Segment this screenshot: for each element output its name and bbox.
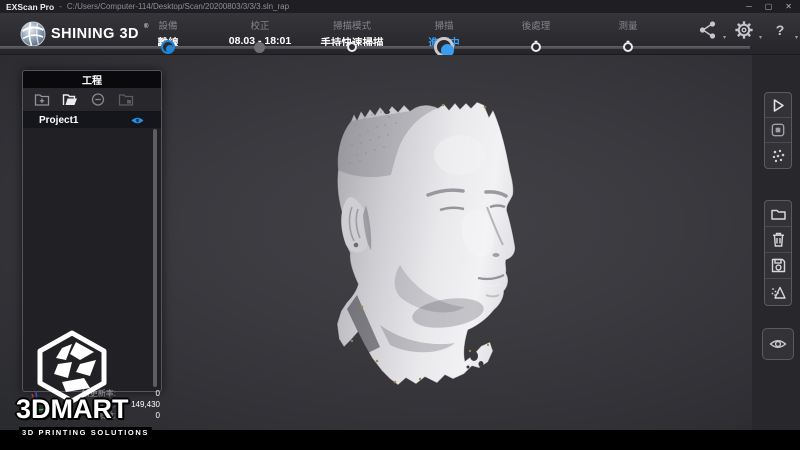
mesh-button[interactable] xyxy=(765,279,791,305)
workflow-timeline xyxy=(0,46,750,49)
file-path: C:/Users/Computer-114/Desktop/Scan/20200… xyxy=(67,2,289,11)
project-panel-title: 工程 xyxy=(23,71,161,88)
timeline-node-calibration[interactable] xyxy=(254,42,265,53)
point-cloud-icon xyxy=(770,148,786,164)
open-project-icon[interactable] xyxy=(62,92,78,107)
eye-icon xyxy=(769,337,787,351)
maximize-icon[interactable]: ▢ xyxy=(765,0,773,13)
navbar-icons: ▾ ▾ ? ▾ xyxy=(698,20,790,40)
watermark-brand-text: 3DMART xyxy=(16,394,129,425)
timeline-node-scan-active[interactable] xyxy=(434,37,454,57)
timeline-node-device[interactable] xyxy=(161,40,175,54)
close-project-icon[interactable] xyxy=(118,92,134,107)
play-icon xyxy=(770,97,786,114)
question-icon: ? xyxy=(770,20,790,40)
play-button[interactable] xyxy=(765,93,791,118)
project-list-item[interactable]: Project1 xyxy=(23,112,161,128)
trash-icon xyxy=(770,231,787,248)
new-project-icon[interactable] xyxy=(34,92,50,107)
save-button[interactable] xyxy=(765,253,791,279)
help-button[interactable]: ? ▾ xyxy=(770,20,790,40)
minimize-icon[interactable]: ─ xyxy=(746,0,752,13)
file-tools-group xyxy=(764,200,792,306)
save-icon xyxy=(770,257,787,274)
chevron-down-icon: ▾ xyxy=(723,34,726,41)
exscan-pro-window: EXScan Pro - C:/Users/Computer-114/Deskt… xyxy=(0,0,800,450)
project-visible-eye-icon[interactable] xyxy=(131,116,144,125)
3dmart-watermark: 3DMART 3D PRINTING SOLUTIONS xyxy=(14,328,174,446)
window-controls: ─ ▢ ✕ xyxy=(746,0,792,13)
app-title: EXScan Pro xyxy=(6,2,54,12)
mesh-icon xyxy=(770,284,787,301)
titlebar: EXScan Pro - C:/Users/Computer-114/Deskt… xyxy=(0,0,800,13)
shining3d-globe-icon xyxy=(20,21,46,47)
title-separator: - xyxy=(59,2,62,11)
close-icon[interactable]: ✕ xyxy=(785,0,792,13)
scan-control-group xyxy=(764,92,792,169)
share-button[interactable]: ▾ xyxy=(698,20,718,40)
point-cloud-button[interactable] xyxy=(765,143,791,168)
3dmart-hexagon-logo-icon xyxy=(32,330,112,404)
timeline-node-measure[interactable] xyxy=(623,42,633,52)
chevron-down-icon: ▾ xyxy=(759,34,762,41)
project-panel-toolbar xyxy=(23,88,161,112)
delete-button[interactable] xyxy=(765,227,791,253)
settings-button[interactable]: ▾ xyxy=(734,20,754,40)
open-folder-button[interactable] xyxy=(765,201,791,227)
chevron-down-icon: ▾ xyxy=(795,34,798,41)
watermark-tagline: 3D PRINTING SOLUTIONS xyxy=(19,427,152,438)
timeline-node-scan-mode[interactable] xyxy=(347,42,357,52)
stop-icon xyxy=(770,122,786,138)
visibility-button[interactable] xyxy=(762,328,794,360)
forehead-highlight xyxy=(434,135,486,175)
folder-icon xyxy=(770,206,787,222)
stop-button[interactable] xyxy=(765,118,791,143)
remove-project-icon[interactable] xyxy=(90,92,106,107)
gear-icon xyxy=(734,20,754,40)
share-icon xyxy=(698,20,718,40)
project-name: Project1 xyxy=(23,115,78,126)
timeline-node-postprocess[interactable] xyxy=(531,42,541,52)
